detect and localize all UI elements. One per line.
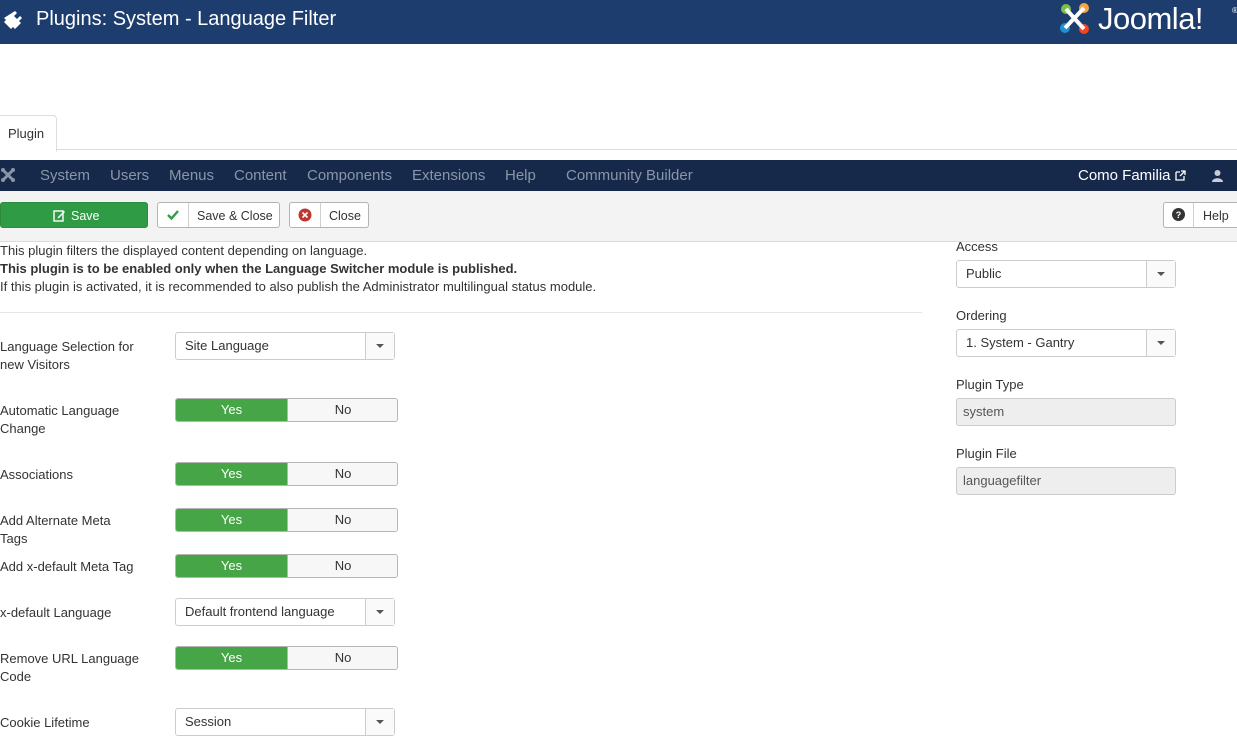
alternate-meta-label: Add Alternate Meta Tags <box>0 513 111 546</box>
associations-toggle: Yes No <box>175 462 398 486</box>
tab-plugin[interactable]: Plugin <box>0 115 57 152</box>
save-close-label: Save & Close <box>197 209 273 223</box>
joomla-mark-icon <box>1060 3 1089 34</box>
cookie-lifetime-value: Session <box>185 714 232 729</box>
save-button[interactable]: Save <box>0 202 148 228</box>
menu-extensions[interactable]: Extensions <box>412 167 485 184</box>
xdefault-meta-toggle: Yes No <box>175 554 398 578</box>
menu-users[interactable]: Users <box>110 167 149 184</box>
alternate-meta-yes[interactable]: Yes <box>176 509 287 531</box>
svg-text:?: ? <box>1176 210 1182 220</box>
chevron-down-icon <box>1146 261 1175 287</box>
plugin-type-field: system <box>956 398 1176 426</box>
description-line-3: If this plugin is activated, it is recom… <box>0 279 597 294</box>
remove-url-code-label: Remove URL Language Code <box>0 650 140 686</box>
close-button[interactable]: Close <box>289 202 369 228</box>
language-selection-label: Language Selection for new Visitors <box>0 338 140 374</box>
xdefault-meta-no[interactable]: No <box>287 555 397 577</box>
close-label: Close <box>329 209 361 223</box>
edit-icon <box>53 210 65 222</box>
save-label: Save <box>71 209 100 223</box>
language-selection-label-line1: Language Selection for <box>0 339 134 354</box>
chevron-down-icon <box>365 709 394 735</box>
automatic-change-toggle: Yes No <box>175 398 398 422</box>
remove-url-code-label-line2: Code <box>0 669 32 684</box>
tab-plugin-label: Plugin <box>8 126 45 141</box>
joomla-logo: Joomla! ® <box>1054 0 1237 40</box>
remove-url-code-toggle: Yes No <box>175 646 398 670</box>
plugin-description: This plugin filters the displayed conten… <box>0 242 596 296</box>
cookie-lifetime-select[interactable]: Session <box>175 708 395 736</box>
automatic-change-label: Automatic Language Change <box>0 402 140 438</box>
plugin-file-field: languagefilter <box>956 467 1176 495</box>
page-title: Plugins: System - Language Filter <box>36 8 337 30</box>
plugin-file-label: Plugin File <box>956 446 1017 461</box>
menu-help[interactable]: Help <box>505 167 536 184</box>
joomla-menu-icon[interactable] <box>0 167 16 183</box>
close-circle-icon <box>298 208 312 222</box>
ordering-value: 1. System - Gantry <box>966 335 1075 350</box>
description-separator <box>0 312 922 313</box>
site-name-link[interactable]: Como Familia <box>1078 167 1171 184</box>
language-selection-value: Site Language <box>185 338 269 353</box>
associations-no[interactable]: No <box>287 463 397 485</box>
plugin-file-value: languagefilter <box>963 473 1042 488</box>
plugin-type-value: system <box>963 404 1005 419</box>
menu-content[interactable]: Content <box>234 167 287 184</box>
menu-components[interactable]: Components <box>307 167 392 184</box>
external-link-icon <box>1175 170 1186 181</box>
alternate-meta-toggle: Yes No <box>175 508 398 532</box>
ordering-label: Ordering <box>956 308 1007 323</box>
access-value: Public <box>966 266 1002 281</box>
ordering-select[interactable]: 1. System - Gantry <box>956 329 1176 357</box>
help-icon-box: ? <box>1164 203 1194 227</box>
chevron-down-icon <box>1146 330 1175 356</box>
menu-menus[interactable]: Menus <box>169 167 214 184</box>
language-selection-label-line2: new Visitors <box>0 357 70 372</box>
description-line-2: This plugin is to be enabled only when t… <box>0 261 518 276</box>
description-line-1: This plugin filters the displayed conten… <box>0 243 368 258</box>
check-icon <box>167 210 179 221</box>
access-label: Access <box>956 239 998 254</box>
remove-url-code-label-line1: Remove URL Language <box>0 651 139 666</box>
remove-url-code-no[interactable]: No <box>287 647 397 669</box>
chevron-down-icon <box>365 599 394 625</box>
save-close-button[interactable]: Save & Close <box>157 202 280 228</box>
menu-community-builder[interactable]: Community Builder <box>566 167 693 184</box>
user-icon[interactable] <box>1211 169 1224 182</box>
save-close-icon-box <box>158 203 189 227</box>
alternate-meta-no[interactable]: No <box>287 509 397 531</box>
question-icon: ? <box>1172 208 1185 221</box>
automatic-change-label-line1: Automatic Language <box>0 403 120 418</box>
joomla-wordmark: Joomla! <box>1098 1 1204 36</box>
automatic-change-yes[interactable]: Yes <box>176 399 287 421</box>
language-selection-select[interactable]: Site Language <box>175 332 395 360</box>
xdefault-meta-label: Add x-default Meta Tag <box>0 559 134 574</box>
xdefault-meta-yes[interactable]: Yes <box>176 555 287 577</box>
tab-divider <box>57 149 1237 150</box>
automatic-change-no[interactable]: No <box>287 399 397 421</box>
admin-menu-bar: System Users Menus Content Components Ex… <box>0 160 1237 191</box>
remove-url-code-yes[interactable]: Yes <box>176 647 287 669</box>
toolbar: Save Save & Close Close ? Help <box>0 191 1237 242</box>
xdefault-language-label: x-default Language <box>0 605 112 620</box>
help-button[interactable]: ? Help <box>1163 202 1237 228</box>
cookie-lifetime-label: Cookie Lifetime <box>0 715 90 730</box>
associations-label: Associations <box>0 467 73 482</box>
xdefault-language-select[interactable]: Default frontend language <box>175 598 395 626</box>
menu-system[interactable]: System <box>40 167 90 184</box>
chevron-down-icon <box>365 333 394 359</box>
xdefault-language-value: Default frontend language <box>185 604 335 619</box>
plugin-type-label: Plugin Type <box>956 377 1024 392</box>
page-header: Plugins: System - Language Filter Joomla… <box>0 0 1237 44</box>
registered-mark: ® <box>1232 6 1237 15</box>
automatic-change-label-line2: Change <box>0 421 46 436</box>
associations-yes[interactable]: Yes <box>176 463 287 485</box>
plug-icon <box>4 11 22 29</box>
close-icon-box <box>290 203 321 227</box>
help-label: Help <box>1203 209 1229 223</box>
access-select[interactable]: Public <box>956 260 1176 288</box>
